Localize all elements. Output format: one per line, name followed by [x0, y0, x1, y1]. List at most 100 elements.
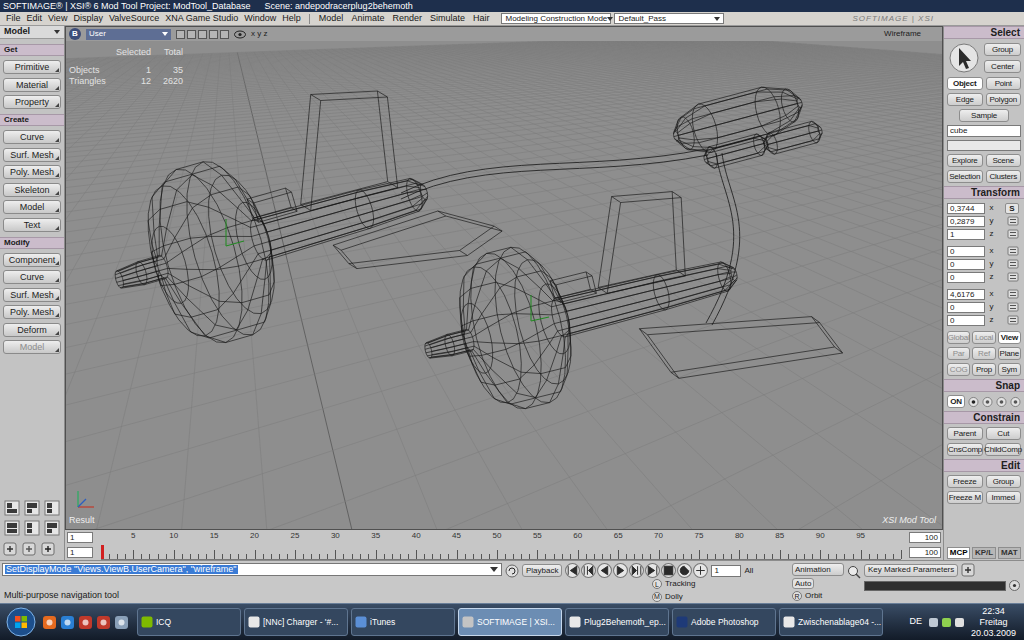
tool-button[interactable]: Surf. Mesh [3, 148, 61, 162]
quick-launch-icon[interactable] [60, 615, 75, 630]
view-layout-icon[interactable] [44, 500, 60, 516]
display-mode[interactable]: Wireframe [884, 30, 939, 38]
tool-button[interactable]: Property [3, 95, 61, 109]
transport-icon[interactable] [629, 563, 644, 578]
current-frame-marker[interactable] [101, 545, 104, 559]
view-layout-icon[interactable] [24, 520, 40, 536]
reference-mode-button[interactable]: Ref [972, 347, 995, 360]
film-icon[interactable] [41, 542, 55, 556]
transport-icon[interactable] [597, 563, 612, 578]
key-bar[interactable] [864, 581, 1006, 591]
tool-button[interactable]: Primitive [3, 60, 61, 74]
tool-button[interactable]: Surf. Mesh [3, 288, 61, 302]
reference-mode-button[interactable]: Global [947, 331, 970, 344]
range-button[interactable]: All [744, 567, 753, 575]
menu-item[interactable]: Display [70, 14, 106, 23]
task-button[interactable]: ICQ [137, 608, 241, 636]
menu-item[interactable]: ValveSource [106, 14, 162, 23]
module-menu-item[interactable]: Simulate [426, 14, 469, 23]
start-orb-icon[interactable] [6, 607, 36, 637]
edit-button[interactable]: Freeze [947, 475, 983, 488]
transform-field[interactable]: 0 [947, 246, 985, 257]
transform-lock-icon[interactable] [1007, 315, 1019, 325]
view-end-field[interactable]: 100 [909, 547, 941, 558]
tray-icon[interactable] [941, 617, 952, 628]
snap-option-icon[interactable] [996, 396, 1007, 408]
view-toggle-icon[interactable] [176, 30, 185, 39]
tool-button[interactable]: Poly. Mesh [3, 305, 61, 319]
transform-lock-icon[interactable] [1007, 289, 1019, 299]
explore-button[interactable]: Clusters [986, 170, 1022, 183]
tool-button[interactable]: Curve [3, 130, 61, 144]
menu-item[interactable]: Edit [24, 14, 46, 23]
transform-field[interactable]: 0 [947, 315, 985, 326]
transport-icon[interactable] [693, 563, 708, 578]
task-button[interactable]: iTunes [351, 608, 455, 636]
transform-mode-label[interactable]: S [1005, 203, 1019, 214]
start-frame-field[interactable]: 1 [67, 532, 93, 543]
eye-icon[interactable] [234, 30, 246, 39]
transform-lock-icon[interactable] [1007, 302, 1019, 312]
transform-field[interactable]: 1 [947, 229, 985, 240]
command-line[interactable]: SetDisplayMode "Views.ViewB.UserCamera",… [2, 563, 502, 576]
transport-icon[interactable] [565, 563, 580, 578]
menu-item[interactable]: Window [241, 14, 279, 23]
module-menu-item[interactable]: Model [315, 14, 348, 23]
tool-button[interactable]: Model [3, 200, 61, 214]
module-menu-item[interactable]: Animate [347, 14, 388, 23]
task-button[interactable]: Plug2Behemoth_ep... [565, 608, 669, 636]
constrain-button[interactable]: Cut [986, 427, 1022, 440]
view-layout-icon[interactable] [4, 520, 20, 536]
transform-lock-icon[interactable] [1007, 229, 1019, 239]
transport-icon[interactable] [677, 563, 692, 578]
tray-icon[interactable] [928, 617, 939, 628]
clock[interactable]: 22:34Freitag20.03.2009 [971, 606, 1016, 639]
snap-option-icon[interactable] [968, 396, 979, 408]
current-frame-field[interactable]: 1 [711, 565, 741, 577]
snap-option-icon[interactable] [982, 396, 993, 408]
transform-field[interactable]: 4,6176 [947, 289, 985, 300]
edit-button[interactable]: Group [986, 475, 1022, 488]
filter-button[interactable]: Point [986, 77, 1022, 90]
view-start-field[interactable]: 1 [67, 547, 93, 558]
constrain-button[interactable]: ChildComp [985, 443, 1021, 456]
menu-item[interactable]: File [3, 14, 24, 23]
filter-field[interactable] [947, 140, 1021, 151]
transform-lock-icon[interactable] [1007, 272, 1019, 282]
tool-button[interactable]: Material [3, 78, 61, 92]
view-toggle-icon[interactable] [198, 30, 207, 39]
language-indicator[interactable]: DE [909, 615, 922, 629]
task-button[interactable]: Adobe Photoshop [672, 608, 776, 636]
menu-item[interactable]: Help [279, 14, 304, 23]
edit-button[interactable]: Freeze M [947, 491, 983, 504]
view-layout-icon[interactable] [24, 500, 40, 516]
reference-mode-button[interactable]: Par [947, 347, 970, 360]
construction-mode-dropdown[interactable]: Modeling Construction Mode [501, 13, 611, 24]
reference-mode-button[interactable]: Sym [998, 363, 1021, 376]
panel-tab[interactable]: MAT [998, 547, 1021, 559]
reference-mode-button[interactable]: Plane [998, 347, 1021, 360]
module-selector[interactable]: Model [0, 26, 64, 39]
panel-tab[interactable]: MCP [947, 547, 970, 559]
tool-button[interactable]: Model [3, 340, 61, 354]
view-toggle-icon[interactable] [209, 30, 218, 39]
transport-icon[interactable] [581, 563, 596, 578]
playback-button[interactable]: Playback [522, 564, 562, 577]
quick-launch-icon[interactable] [96, 615, 111, 630]
tool-button[interactable]: Deform [3, 323, 61, 337]
transform-lock-icon[interactable] [1007, 246, 1019, 256]
tool-button[interactable]: Skeleton [3, 183, 61, 197]
reference-mode-button[interactable]: Local [972, 331, 995, 344]
tool-button[interactable]: Curve [3, 270, 61, 284]
auto-key-button[interactable]: Auto [792, 578, 814, 589]
explore-button[interactable]: Explore [947, 154, 983, 167]
key-lens-icon[interactable] [847, 565, 861, 579]
explore-button[interactable]: Selection [947, 170, 983, 183]
task-button[interactable]: [NNc] Charger - '#... [244, 608, 348, 636]
transport-icon[interactable] [645, 563, 660, 578]
snap-toggle[interactable]: ON [947, 395, 965, 408]
filter-button[interactable]: Edge [947, 93, 983, 106]
menu-item[interactable]: View [45, 14, 70, 23]
view-layout-icon[interactable] [4, 500, 20, 516]
viewport-canvas[interactable]: SelectedTotalObjects135Triangles122620Re… [66, 41, 942, 529]
